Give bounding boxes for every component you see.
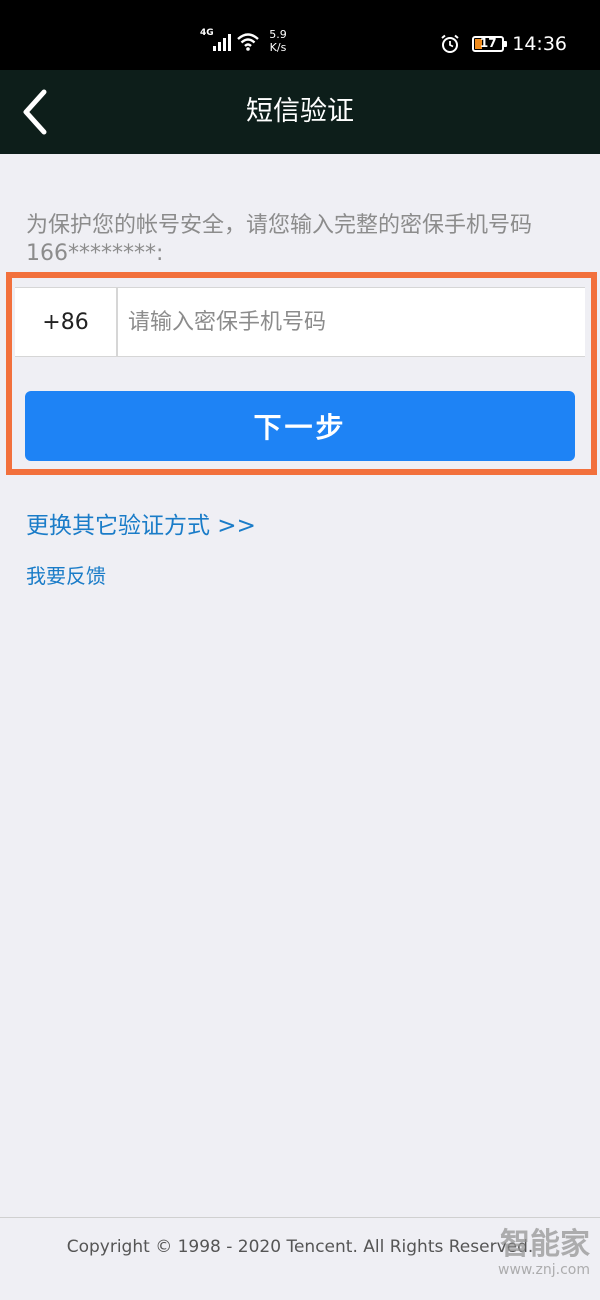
net-speed-value: 5.9 <box>269 28 287 41</box>
hint-text: 为保护您的帐号安全，请您输入完整的密保手机号码166********: <box>26 213 533 266</box>
phone-input[interactable] <box>118 288 585 356</box>
alarm-icon <box>441 34 459 53</box>
watermark-text: 智能家 <box>500 1227 590 1262</box>
status-bar: 4G 5.9 K/s 17 14:36 <box>0 0 600 70</box>
phone-input-row: +86 <box>15 287 585 357</box>
feedback-link[interactable]: 我要反馈 <box>26 560 106 589</box>
watermark-url: www.znj.com <box>498 1262 590 1278</box>
wifi-icon <box>237 33 259 51</box>
status-right: 17 14:36 <box>440 32 567 56</box>
net-speed: 5.9 K/s <box>266 28 290 54</box>
title-bar: 短信验证 <box>0 70 600 154</box>
status-time: 14:36 <box>512 33 567 55</box>
page-title: 短信验证 <box>246 96 354 127</box>
country-code-selector[interactable]: +86 <box>15 288 118 356</box>
battery-level: 17 <box>479 36 497 50</box>
signal-icon <box>213 34 231 51</box>
next-button[interactable]: 下一步 <box>25 391 575 461</box>
alt-verify-link[interactable]: 更换其它验证方式 >> <box>26 506 256 540</box>
net-speed-unit: K/s <box>269 41 287 54</box>
watermark-logo: 智能家 www.znj.com <box>478 1227 590 1279</box>
footer-divider <box>0 1217 600 1218</box>
battery-icon: 17 <box>472 36 508 52</box>
